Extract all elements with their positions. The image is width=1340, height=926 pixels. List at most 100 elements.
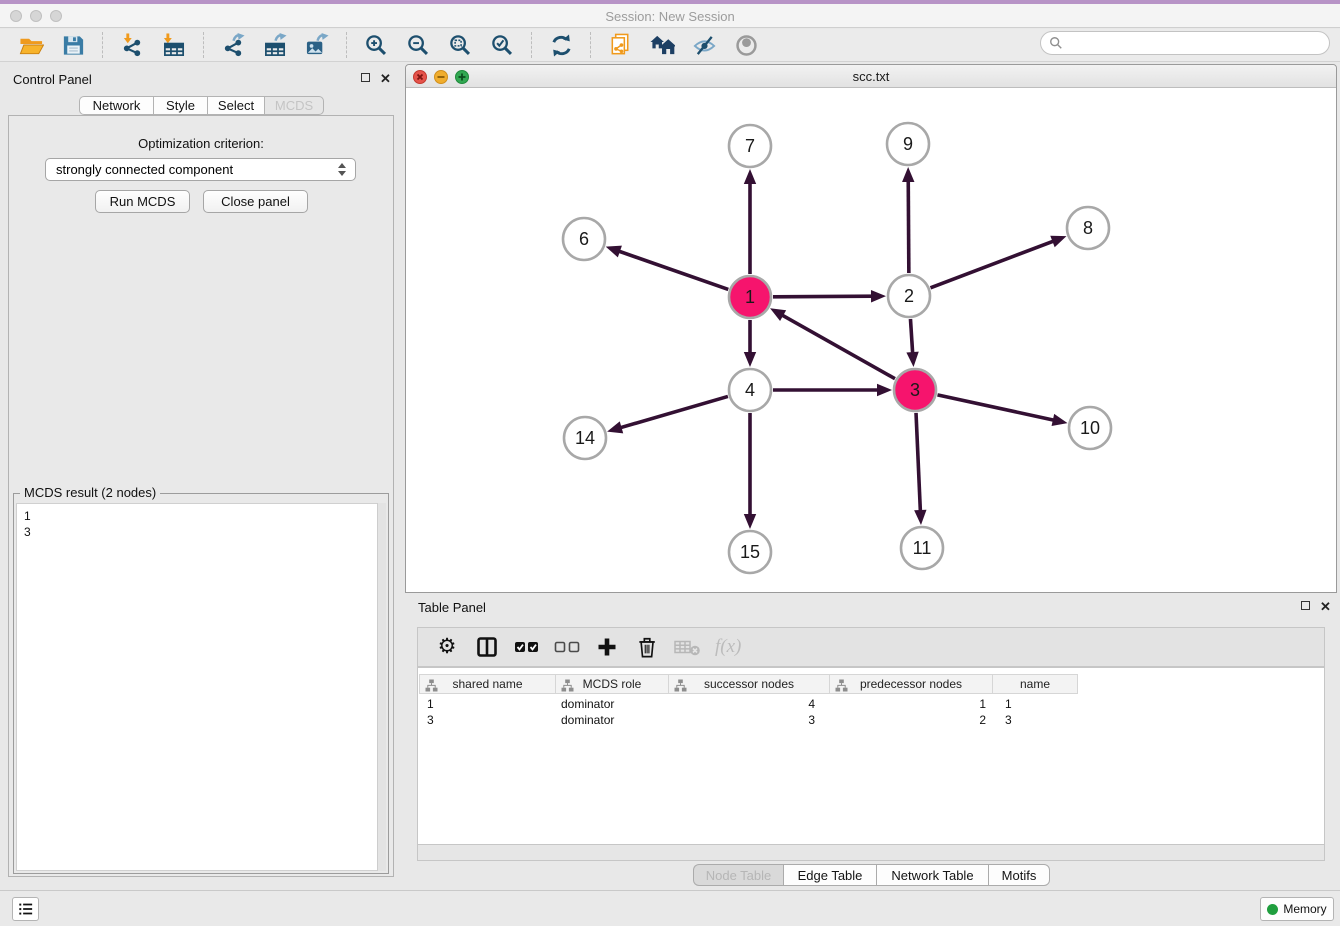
svg-text:2: 2 [904,286,914,306]
table-row[interactable]: 3dominator323 [419,712,1078,728]
graph-edge-4-3[interactable] [773,384,892,396]
delete-column-icon[interactable] [634,633,660,661]
graph-node-8[interactable]: 8 [1067,207,1109,249]
column-header-shared-name[interactable]: shared name [419,674,556,694]
task-history-button[interactable] [12,897,39,921]
deselect-all-icon[interactable] [554,633,580,661]
tab-node-table[interactable]: Node Table [693,864,783,886]
status-bar: Memory [0,890,1340,926]
graph-node-4[interactable]: 4 [729,369,771,411]
table-cell: 3 [993,712,1078,728]
network-graph-canvas[interactable]: 7 9 6 8 1 2 4 3 14 10 15 11 [406,88,1336,592]
save-session-icon[interactable] [58,31,88,59]
network-window-titlebar: scc.txt [406,65,1336,88]
import-network-icon[interactable] [117,31,147,59]
graph-node-3[interactable]: 3 [894,369,936,411]
zoom-in-icon[interactable] [361,31,391,59]
control-panel-float-icon[interactable] [361,73,370,82]
settings-icon[interactable]: ⚙ [434,633,460,661]
zoom-out-icon[interactable] [403,31,433,59]
control-panel-close-icon[interactable]: ✕ [380,73,391,84]
graph-edge-2-9[interactable] [902,167,914,273]
graph-edge-2-8[interactable] [931,236,1067,288]
graph-edge-3-1[interactable] [770,308,895,378]
graph-edge-4-14[interactable] [607,396,728,433]
tab-network-table[interactable]: Network Table [876,864,988,886]
svg-text:9: 9 [903,134,913,154]
zoom-selected-icon[interactable] [487,31,517,59]
graph-node-14[interactable]: 14 [564,417,606,459]
tab-select[interactable]: Select [207,96,264,115]
select-all-icon[interactable] [514,633,540,661]
columns-icon[interactable] [474,633,500,661]
column-header-MCDS-role[interactable]: MCDS role [556,674,669,694]
optimization-criterion-select[interactable]: strongly connected component [45,158,356,181]
search-box[interactable] [1040,31,1330,55]
graph-node-7[interactable]: 7 [729,125,771,167]
graph-node-2[interactable]: 2 [888,275,930,317]
column-header-name[interactable]: name [993,674,1078,694]
export-table-icon[interactable] [260,31,290,59]
graph-node-10[interactable]: 10 [1069,407,1111,449]
column-header-successor-nodes[interactable]: successor nodes [669,674,830,694]
refresh-icon[interactable] [546,31,576,59]
close-panel-button[interactable]: Close panel [203,190,308,213]
tab-network[interactable]: Network [79,96,153,115]
table-panel-float-icon[interactable] [1301,601,1310,610]
graph-edge-4-15[interactable] [744,413,756,529]
graph-node-15[interactable]: 15 [729,531,771,573]
open-session-icon[interactable] [16,31,46,59]
table-panel: Table Panel ✕ ⚙f(x) shared nameMCDS role… [405,593,1337,888]
graph-edge-3-10[interactable] [937,395,1067,426]
table-panel-close-icon[interactable]: ✕ [1320,601,1331,612]
network-view-window: scc.txt 7 9 6 8 1 2 4 3 14 10 15 11 [405,64,1337,593]
control-panel: Control Panel ✕ NetworkStyleSelectMCDS O… [3,64,400,888]
graph-edge-2-3[interactable] [906,319,918,367]
table-cell: 2 [830,712,993,728]
run-mcds-button[interactable]: Run MCDS [95,190,190,213]
svg-text:3: 3 [910,380,920,400]
mcds-result-textarea[interactable]: 1 3 [16,503,378,871]
column-header-predecessor-nodes[interactable]: predecessor nodes [830,674,993,694]
graph-edge-1-6[interactable] [606,246,729,290]
memory-button[interactable]: Memory [1260,897,1334,921]
export-image-icon[interactable] [302,31,332,59]
table-row[interactable]: 1dominator411 [419,696,1078,712]
zoom-fit-icon[interactable] [445,31,475,59]
graph-node-11[interactable]: 11 [901,527,943,569]
graph-edge-3-11[interactable] [914,413,926,525]
network-document-icon[interactable] [605,31,635,59]
search-input[interactable] [1063,33,1329,53]
table-cell: 4 [669,696,830,712]
svg-text:8: 8 [1083,218,1093,238]
add-column-icon[interactable] [594,633,620,661]
tab-mcds[interactable]: MCDS [264,96,324,115]
graph-node-6[interactable]: 6 [563,218,605,260]
mcds-result-scrollbar[interactable] [377,503,386,871]
tab-motifs[interactable]: Motifs [988,864,1050,886]
svg-text:15: 15 [740,542,760,562]
tab-style[interactable]: Style [153,96,207,115]
graph-node-1[interactable]: 1 [729,276,771,318]
import-table-icon[interactable] [159,31,189,59]
optimization-criterion-label: Optimization criterion: [9,136,393,151]
table-cell: dominator [556,696,669,712]
table-toolbar: ⚙f(x) [417,627,1325,667]
graph-edge-1-2[interactable] [773,290,886,302]
svg-text:10: 10 [1080,418,1100,438]
window-titlebar: Session: New Session [0,4,1340,28]
export-network-icon[interactable] [218,31,248,59]
graph-node-9[interactable]: 9 [887,123,929,165]
graph-edge-1-7[interactable] [744,169,756,274]
network-window-title: scc.txt [406,69,1336,84]
graph-edge-1-4[interactable] [744,320,756,367]
tab-edge-table[interactable]: Edge Table [783,864,876,886]
show-panels-icon[interactable] [731,31,761,59]
mcds-result-title: MCDS result (2 nodes) [20,485,160,500]
table-horizontal-scrollbar[interactable] [417,845,1325,861]
control-panel-tabs: NetworkStyleSelectMCDS [79,96,324,115]
home-icon[interactable] [647,31,677,59]
hide-panels-icon[interactable] [689,31,719,59]
table-cell: 3 [419,712,556,728]
toolbar-separator [346,32,347,58]
